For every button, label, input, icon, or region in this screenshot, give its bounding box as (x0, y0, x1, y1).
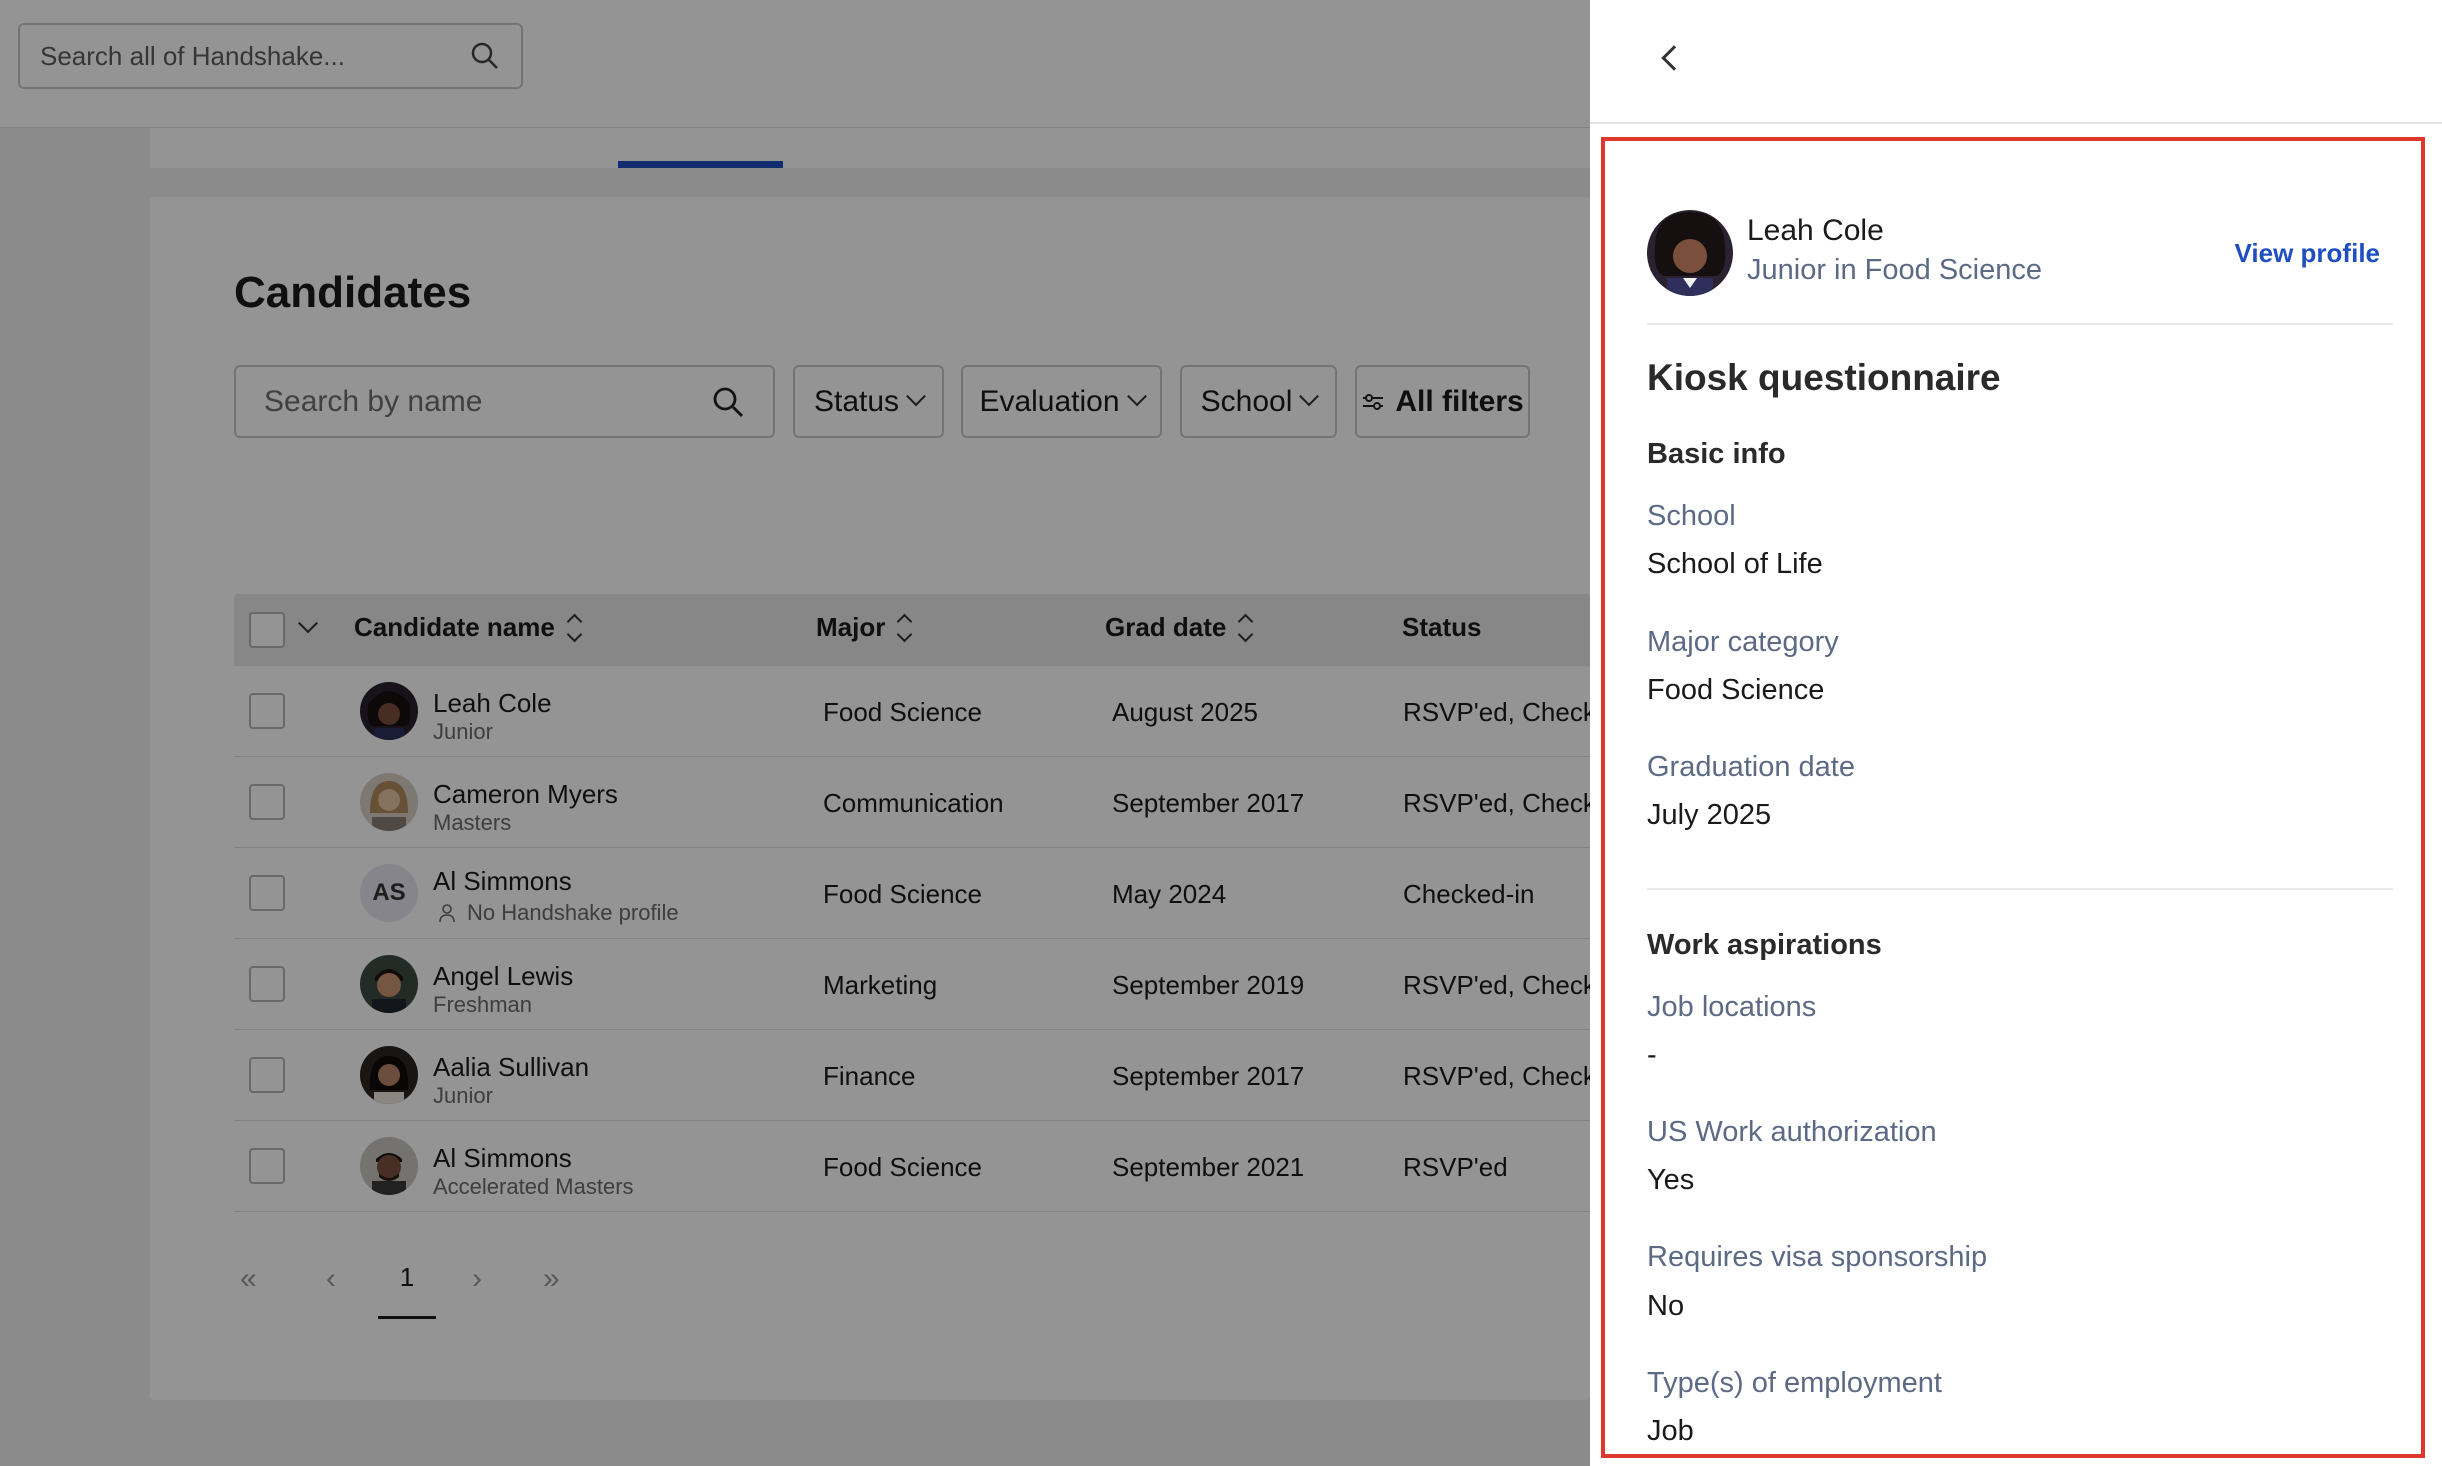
questionnaire-title: Kiosk questionnaire (1647, 357, 2001, 398)
major-category-label: Major category (1647, 626, 1839, 658)
work-authorization-value: Yes (1647, 1164, 1695, 1196)
drawer-header (1590, 0, 2442, 124)
section-divider (1647, 888, 2393, 890)
school-label: School (1647, 500, 1736, 532)
profile-subtitle: Junior in Food Science (1747, 254, 2042, 286)
back-button[interactable] (1650, 34, 1698, 82)
profile-avatar (1647, 210, 1733, 296)
major-category-value: Food Science (1647, 674, 1825, 706)
visa-sponsorship-label: Requires visa sponsorship (1647, 1241, 1988, 1273)
modal-overlay[interactable] (0, 0, 1590, 1466)
visa-sponsorship-value: No (1647, 1290, 1685, 1322)
graduation-date-label: Graduation date (1647, 751, 1855, 783)
work-authorization-label: US Work authorization (1647, 1116, 1937, 1148)
job-locations-label: Job locations (1647, 991, 1817, 1023)
chevron-left-icon (1661, 45, 1687, 71)
profile-divider (1647, 323, 2393, 325)
job-locations-value: - (1647, 1039, 1657, 1071)
employment-type-value: Job (1647, 1415, 1694, 1447)
profile-name: Leah Cole (1747, 214, 1884, 247)
candidates-page: Search all of Handshake... Candidates Se… (0, 0, 1590, 1466)
graduation-date-value: July 2025 (1647, 799, 1772, 831)
employment-type-label: Type(s) of employment (1647, 1367, 1942, 1399)
school-value: School of Life (1647, 548, 1823, 580)
view-profile-link[interactable]: View profile (2235, 238, 2380, 269)
basic-info-heading: Basic info (1647, 438, 1786, 470)
work-aspirations-heading: Work aspirations (1647, 929, 1882, 961)
